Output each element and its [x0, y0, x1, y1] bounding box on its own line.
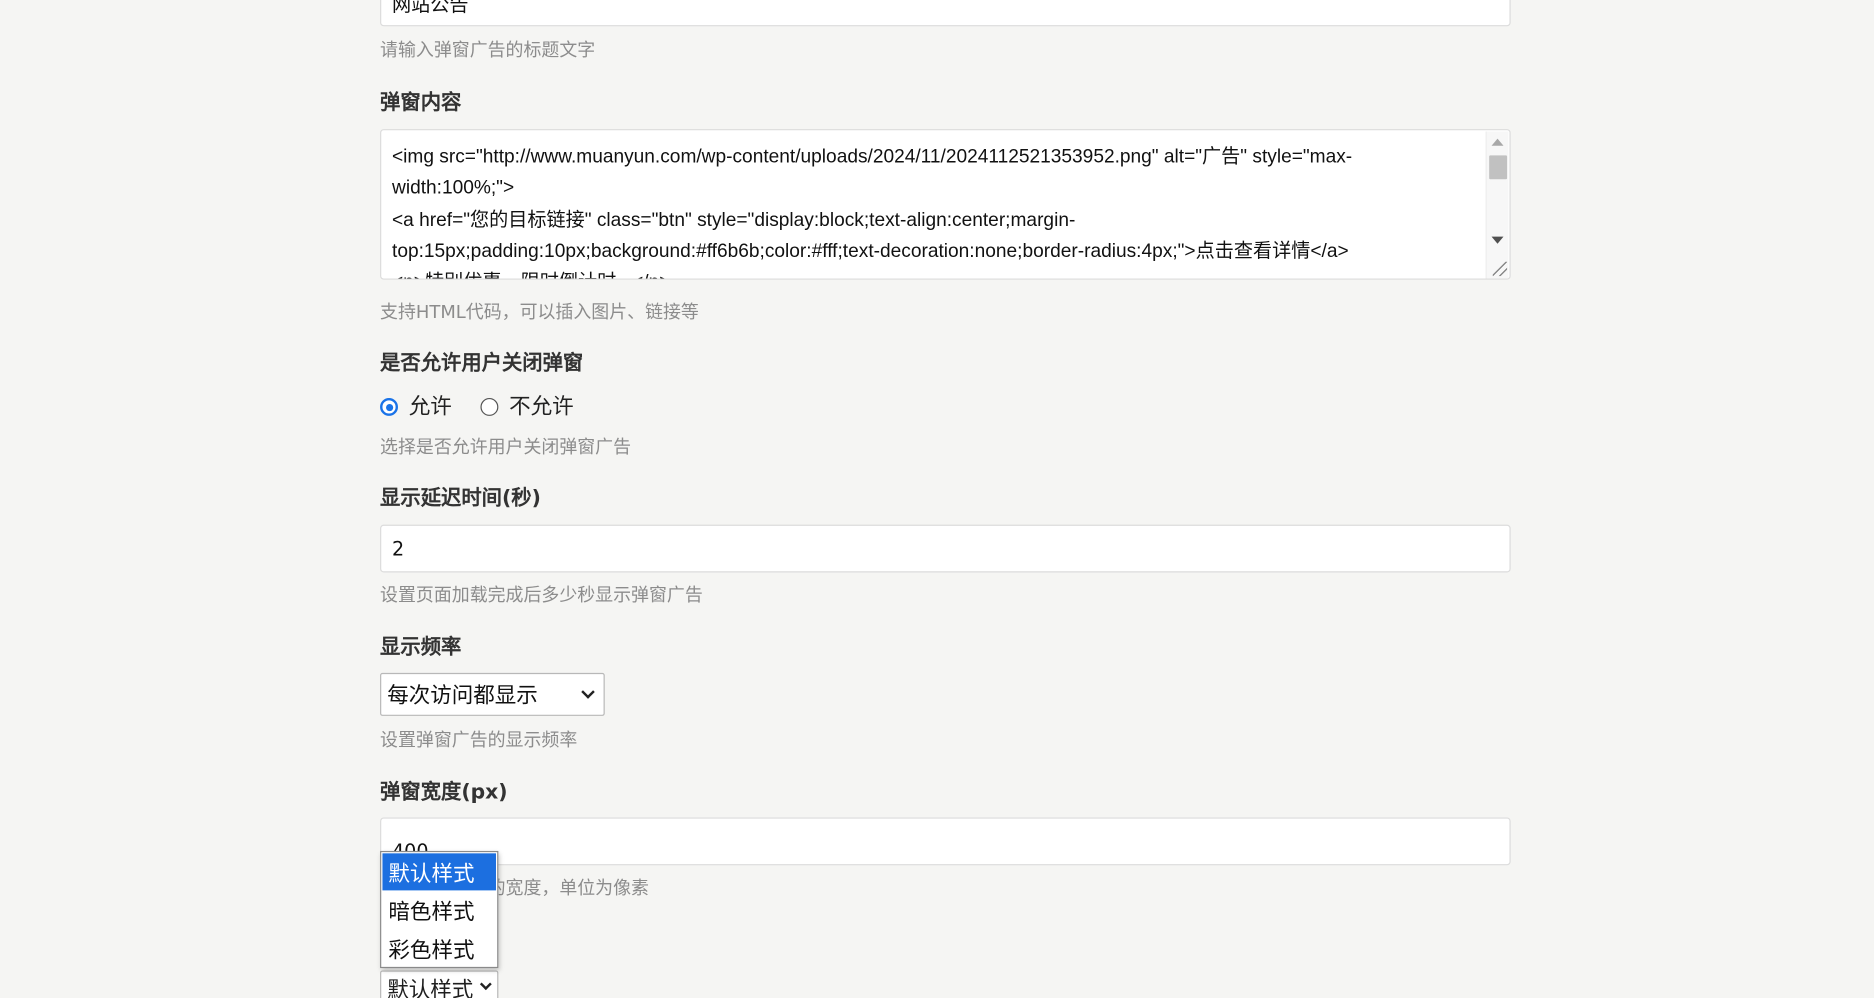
allow-radio-label[interactable]: 允许: [409, 394, 452, 420]
width-label: 弹窗宽度(px): [380, 780, 508, 805]
delay-input[interactable]: 2: [380, 524, 1511, 573]
disallow-radio-label[interactable]: 不允许: [509, 394, 574, 420]
disallow-radio[interactable]: [480, 397, 499, 416]
delay-hint: 设置页面加载完成后多少秒显示弹窗广告: [380, 584, 703, 606]
style-option-default[interactable]: 默认样式: [382, 853, 496, 891]
content-line: <a href="您的目标链接" class="btn" style="disp…: [392, 209, 1076, 231]
chevron-down-icon: [479, 978, 492, 991]
frequency-label: 显示频率: [380, 635, 462, 660]
content-line: <img src="http://www.muanyun.com/wp-cont…: [392, 147, 1353, 168]
width-input[interactable]: 400: [380, 817, 1511, 866]
resize-grip-icon[interactable]: [1492, 261, 1508, 277]
style-dropdown-list[interactable]: 默认样式 暗色样式 彩色样式: [380, 850, 499, 969]
scrollbar-thumb[interactable]: [1489, 155, 1508, 180]
scroll-up-icon[interactable]: [1491, 138, 1504, 146]
delay-label: 显示延迟时间(秒): [380, 486, 541, 511]
style-select[interactable]: 默认样式: [380, 970, 499, 998]
allow-radio[interactable]: [380, 397, 398, 416]
title-input[interactable]: 网站公告: [380, 0, 1511, 27]
title-hint: 请输入弹窗广告的标题文字: [380, 39, 596, 61]
delay-input-value: 2: [392, 537, 405, 560]
allow-close-label: 是否允许用户关闭弹窗: [380, 351, 584, 376]
content-textarea[interactable]: <img src="http://www.muanyun.com/wp-cont…: [380, 129, 1511, 280]
content-line: width:100%;">: [392, 178, 515, 199]
content-text: <img src="http://www.muanyun.com/wp-cont…: [392, 142, 1474, 279]
allow-close-hint: 选择是否允许用户关闭弹窗广告: [380, 436, 632, 458]
style-option-colorful[interactable]: 彩色样式: [382, 930, 496, 967]
content-label: 弹窗内容: [380, 90, 462, 115]
content-hint: 支持HTML代码，可以插入图片、链接等: [380, 301, 699, 323]
frequency-hint: 设置弹窗广告的显示频率: [380, 729, 578, 751]
frequency-select-value: 每次访问都显示: [387, 683, 538, 709]
title-input-value: 网站公告: [392, 0, 469, 16]
frequency-select[interactable]: 每次访问都显示: [380, 672, 605, 716]
chevron-down-icon: [581, 685, 595, 699]
style-option-dark[interactable]: 暗色样式: [382, 892, 496, 929]
scroll-down-icon[interactable]: [1491, 236, 1504, 244]
textarea-scrollbar[interactable]: [1485, 131, 1509, 279]
style-select-value: 默认样式: [387, 977, 474, 998]
content-line: top:15px;padding:10px;background:#ff6b6b…: [392, 241, 1349, 262]
content-line: <p>特别优惠，限时倒计时...</p>: [392, 268, 1474, 279]
